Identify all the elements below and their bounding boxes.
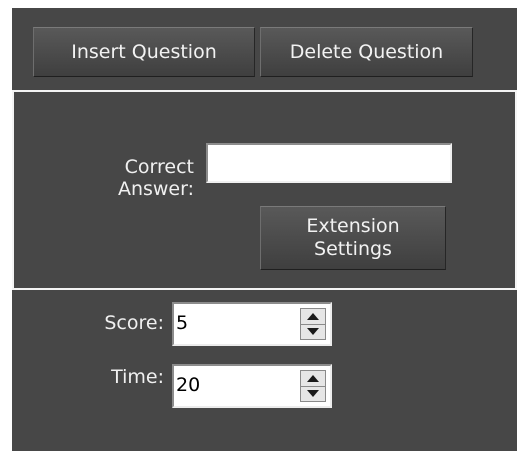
score-spinner[interactable]: 5 [172,302,332,346]
score-decrement-button[interactable] [301,324,325,339]
triangle-up-icon [307,375,319,382]
score-value[interactable]: 5 [176,312,188,334]
question-settings-panel: Insert Question Delete Question Correct … [12,8,517,451]
correct-answer-label: Correct Answer: [117,156,194,200]
time-label: Time: [111,366,164,388]
score-label: Score: [104,312,164,334]
triangle-up-icon [307,313,319,320]
score-spin-buttons [300,308,326,340]
triangle-down-icon [307,390,319,397]
time-spinner[interactable]: 20 [172,364,332,408]
time-decrement-button[interactable] [301,386,325,401]
score-increment-button[interactable] [301,309,325,325]
triangle-down-icon [307,328,319,335]
insert-question-button[interactable]: Insert Question [33,27,255,77]
time-increment-button[interactable] [301,371,325,387]
correct-answer-input[interactable] [206,143,452,183]
correct-answer-section: Correct Answer: Extension Settings [12,90,517,290]
extension-settings-button[interactable]: Extension Settings [260,206,446,270]
time-value[interactable]: 20 [176,374,200,396]
time-spin-buttons [300,370,326,402]
delete-question-button[interactable]: Delete Question [260,27,473,77]
